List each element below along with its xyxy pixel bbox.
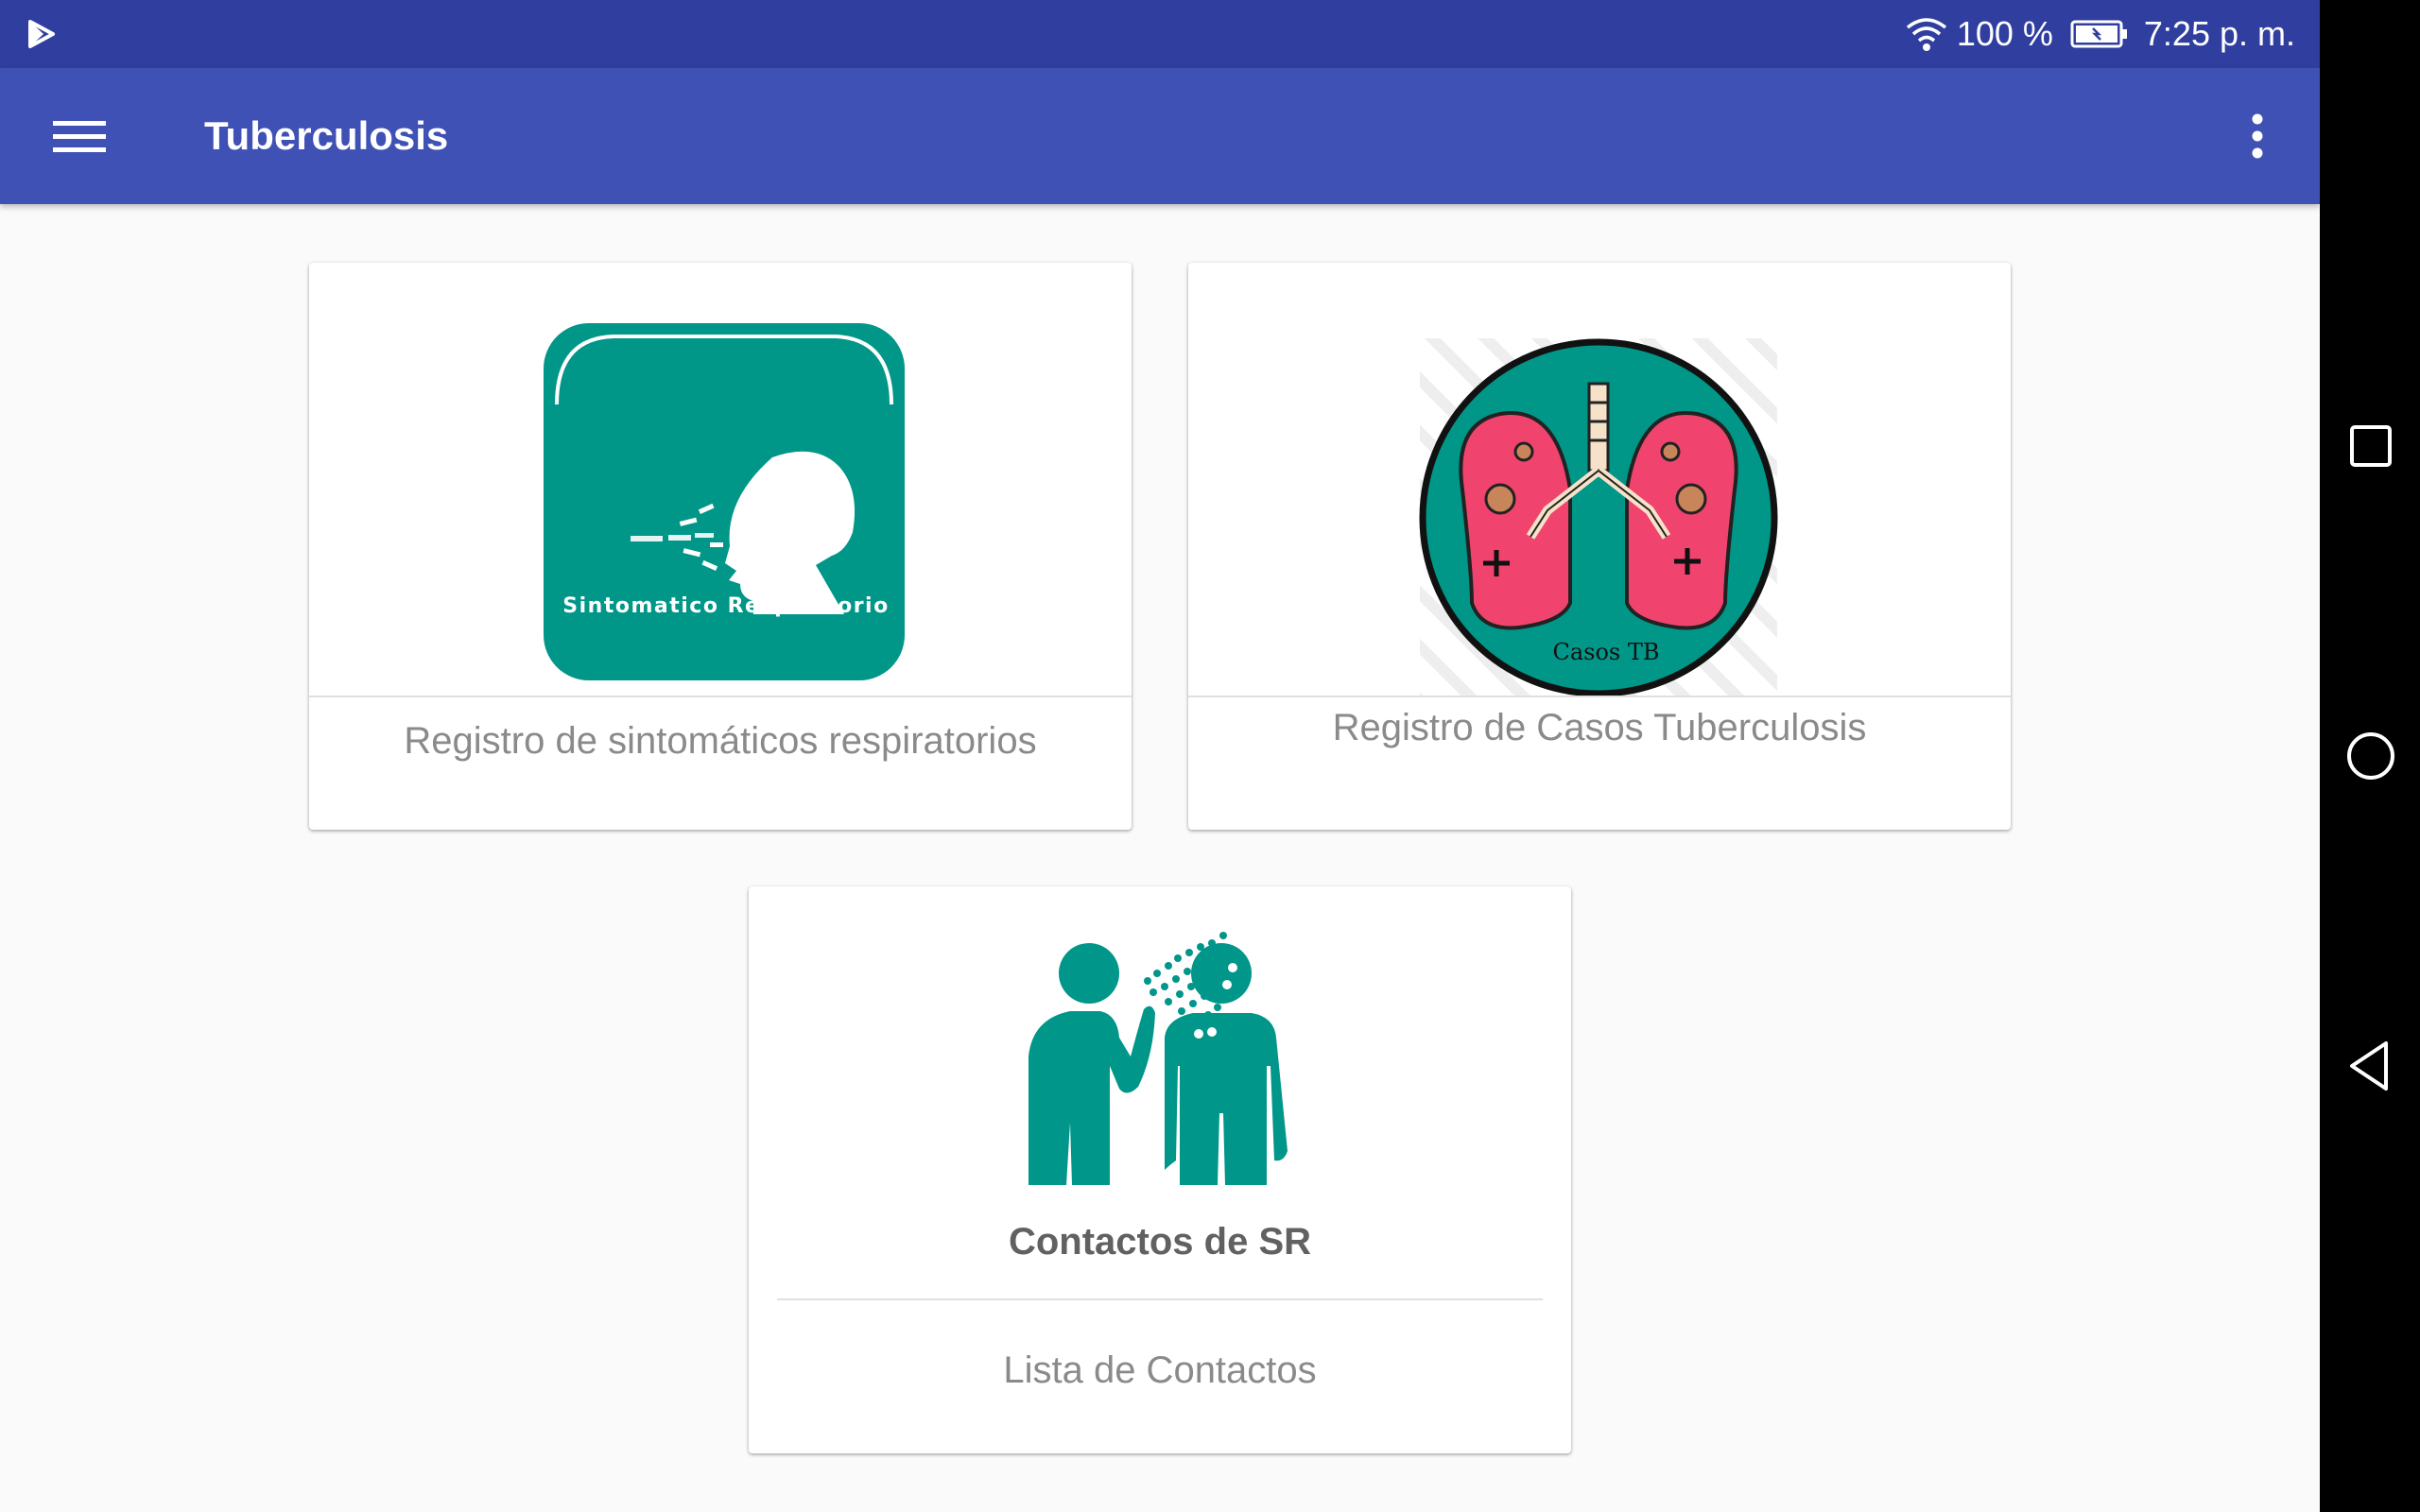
- right-person-head: [1191, 943, 1252, 1004]
- left-person-head: [1059, 943, 1119, 1004]
- right-lung: [1625, 411, 1738, 630]
- battery-charging-icon: [2070, 20, 2127, 48]
- home-icon[interactable]: [2341, 726, 2401, 786]
- contacts-cough-image: [1028, 932, 1288, 1185]
- system-navigation-bar: [2320, 0, 2420, 1512]
- play-store-notification-icon: [28, 20, 55, 48]
- recent-apps-icon[interactable]: [2341, 416, 2401, 476]
- card-divider: [309, 696, 1132, 697]
- card-caption: Lista de Contactos: [1003, 1349, 1317, 1391]
- status-right: 100 % 7:25 p. m.: [1906, 0, 2295, 68]
- status-bar: 100 % 7:25 p. m.: [0, 0, 2320, 68]
- card-contactos-sr[interactable]: Contactos de SR Lista de Contactos: [749, 886, 1571, 1453]
- card-caption: Registro de sintomáticos respiratorios: [404, 720, 1037, 762]
- more-options-icon[interactable]: [2235, 106, 2280, 166]
- card-divider: [777, 1298, 1543, 1300]
- tb-lungs-image: Casos TB: [1419, 338, 1778, 697]
- battery-percentage: 100 %: [1956, 14, 2053, 53]
- clock: 7:25 p. m.: [2143, 14, 2295, 53]
- card-title: Contactos de SR: [1008, 1221, 1312, 1263]
- back-icon[interactable]: [2341, 1036, 2401, 1096]
- hamburger-menu-icon[interactable]: [38, 106, 121, 166]
- image-label: Casos TB: [1552, 639, 1659, 665]
- wifi-icon: [1906, 18, 1946, 51]
- card-sintomaticos-respiratorios[interactable]: Sintomatico Respiratorio Registro de sin…: [309, 263, 1132, 830]
- app-bar: Tuberculosis: [0, 68, 2320, 204]
- respiratory-symptom-image: Sintomatico Respiratorio: [544, 323, 905, 680]
- left-lung: [1459, 411, 1572, 630]
- image-label: Sintomatico Respiratorio: [562, 594, 889, 618]
- card-caption: Registro de Casos Tuberculosis: [1332, 707, 1867, 748]
- card-divider: [1188, 696, 2011, 697]
- app-title: Tuberculosis: [204, 113, 449, 158]
- card-casos-tuberculosis[interactable]: Casos TB Registro de Casos Tuberculosis: [1188, 263, 2011, 830]
